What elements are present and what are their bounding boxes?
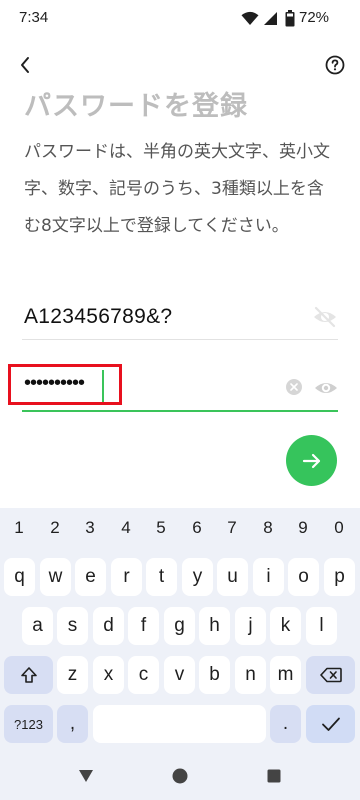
wifi-icon [241,11,259,25]
number-key-2[interactable]: 2 [37,518,73,538]
number-key-5[interactable]: 5 [143,518,179,538]
key-w[interactable]: w [40,558,71,596]
key-m[interactable]: m [270,656,301,694]
chevron-left-icon [21,57,29,73]
number-key-3[interactable]: 3 [72,518,108,538]
key-j[interactable]: j [235,607,266,645]
key-o[interactable]: o [288,558,319,596]
confirm-field-underline [22,410,338,412]
next-button[interactable] [286,435,337,486]
symbols-key[interactable]: ?123 [4,705,53,743]
close-icon [290,383,298,391]
arrow-right-icon [302,453,320,468]
key-c[interactable]: c [128,656,159,694]
key-g[interactable]: g [164,607,195,645]
key-e[interactable]: e [75,558,106,596]
clear-icon[interactable] [286,379,302,395]
page-title: パスワードを登録 [24,91,248,122]
key-u[interactable]: u [217,558,248,596]
backspace-key[interactable] [306,656,355,694]
key-i[interactable]: i [253,558,284,596]
shift-icon [20,667,37,683]
number-key-4[interactable]: 4 [108,518,144,538]
instruction-text: パスワードは、半角の英大文字、英小文字、数字、記号のうち、3種類以上を含む8文字… [24,142,330,236]
highlight-box [8,364,122,405]
space-key[interactable] [93,705,266,743]
key-y[interactable]: y [182,558,213,596]
password-field-underline [22,339,338,340]
number-key-9[interactable]: 9 [285,518,321,538]
number-key-0[interactable]: 0 [321,518,357,538]
number-key-7[interactable]: 7 [214,518,250,538]
checkmark-icon [321,717,340,731]
key-q[interactable]: q [4,558,35,596]
back-triangle-icon[interactable] [78,769,94,783]
key-d[interactable]: d [93,607,124,645]
key-b[interactable]: b [199,656,230,694]
back-button[interactable] [10,50,40,80]
key-s[interactable]: s [57,607,88,645]
enter-key[interactable] [306,705,355,743]
home-circle-icon[interactable] [172,768,188,784]
signal-icon [264,12,277,25]
backspace-icon [319,667,342,683]
period-key[interactable]: . [270,705,301,743]
key-l[interactable]: l [306,607,337,645]
number-key-8[interactable]: 8 [250,518,286,538]
key-z[interactable]: z [57,656,88,694]
key-f[interactable]: f [128,607,159,645]
key-t[interactable]: t [146,558,177,596]
number-key-6[interactable]: 6 [179,518,215,538]
comma-key[interactable]: , [57,705,88,743]
status-time: 7:34 [19,9,49,26]
battery-percentage: 72% [299,9,330,26]
key-n[interactable]: n [235,656,266,694]
key-a[interactable]: a [22,607,53,645]
password-field[interactable]: A123456789&? [24,305,172,329]
eye-icon[interactable] [314,378,338,398]
battery-icon [285,10,295,27]
help-icon [325,55,345,75]
key-h[interactable]: h [199,607,230,645]
eye-off-icon[interactable] [311,305,339,329]
status-bar: 7:34 72% [0,0,360,38]
key-p[interactable]: p [324,558,355,596]
key-x[interactable]: x [93,656,124,694]
key-v[interactable]: v [164,656,195,694]
recents-square-icon[interactable] [267,769,281,783]
shift-key[interactable] [4,656,53,694]
help-button[interactable] [320,50,350,80]
key-r[interactable]: r [111,558,142,596]
navigation-bar [0,750,360,800]
number-key-1[interactable]: 1 [1,518,37,538]
keyboard: 1 2 3 4 5 6 7 8 9 0 q w e r t y u i o p … [0,508,360,750]
key-k[interactable]: k [270,607,301,645]
